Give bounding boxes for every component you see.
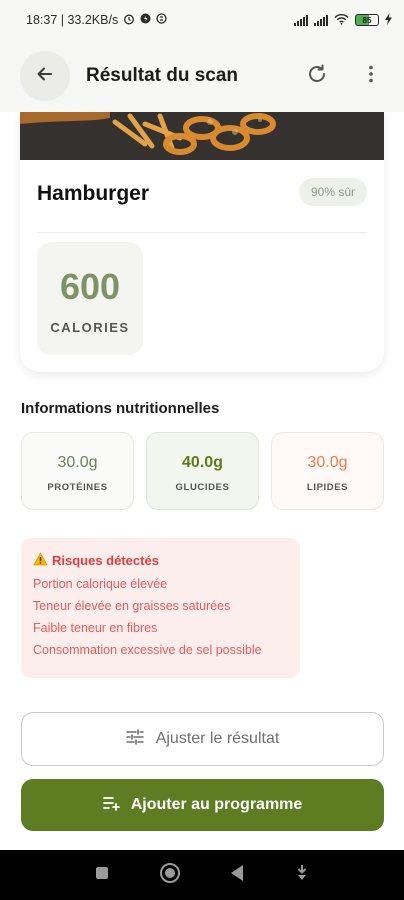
- charging-icon: [385, 12, 392, 28]
- macro-label: GLUCIDES: [175, 482, 230, 493]
- macro-card-carbs: 40.0g GLUCIDES: [146, 432, 259, 510]
- app-bar: Résultat du scan: [0, 40, 404, 112]
- adjust-result-label: Ajuster le résultat: [155, 730, 280, 747]
- risk-item: Portion calorique élevée: [33, 577, 168, 591]
- add-to-program-button[interactable]: Ajouter au programme: [21, 779, 384, 831]
- wifi-icon: [334, 13, 349, 28]
- calories-box: 600 CALORIES: [37, 242, 143, 355]
- confidence-badge: 90% sûr: [298, 178, 367, 206]
- system-navigation-bar: [0, 850, 404, 900]
- adjust-result-button[interactable]: Ajuster le résultat: [21, 712, 384, 766]
- app-notification-icon: [140, 13, 151, 27]
- risks-panel: Risques détectés Portion calorique élevé…: [21, 538, 300, 678]
- home-icon[interactable]: [159, 862, 181, 889]
- calories-label: CALORIES: [50, 320, 130, 335]
- back-button[interactable]: [20, 51, 70, 101]
- macro-card-fats: 30.0g LIPIDES: [271, 432, 384, 510]
- recents-icon[interactable]: [94, 865, 110, 886]
- back-nav-icon[interactable]: [229, 864, 245, 887]
- result-card: Hamburger 90% sûr 600 CALORIES: [20, 112, 384, 372]
- food-name: Hamburger: [37, 182, 150, 205]
- warning-icon: [33, 552, 48, 569]
- battery-level: 85: [362, 15, 372, 25]
- page-title: Résultat du scan: [86, 65, 239, 86]
- divider: [37, 232, 367, 233]
- macro-value: 40.0g: [182, 454, 223, 471]
- food-photo: [20, 112, 384, 160]
- signal-icon-2: [314, 14, 328, 26]
- status-bar: 18:37 | 33.2KB/s 85: [0, 0, 404, 40]
- playlist-add-icon: [102, 795, 121, 816]
- risks-title: Risques détectés: [33, 552, 288, 569]
- macro-value: 30.0g: [307, 454, 348, 471]
- calories-value: 600: [59, 266, 121, 307]
- macro-value: 30.0g: [57, 454, 98, 471]
- signal-icon: [294, 14, 308, 26]
- alarm-icon: [123, 13, 135, 28]
- back-arrow-icon: [35, 64, 55, 89]
- refresh-button[interactable]: [304, 63, 330, 89]
- risk-item: Teneur élevée en graisses saturées: [33, 599, 231, 613]
- risk-item: Consommation excessive de sel possible: [33, 643, 262, 657]
- nutrition-section-title: Informations nutritionnelles: [21, 400, 220, 417]
- add-to-program-label: Ajouter au programme: [130, 796, 303, 813]
- macro-label: PROTÉINES: [47, 482, 108, 493]
- status-time: 18:37 | 33.2KB/s: [26, 13, 119, 27]
- scan-result-content[interactable]: Hamburger 90% sûr 600 CALORIES Informati…: [0, 112, 404, 850]
- refresh-icon: [306, 63, 328, 90]
- sliders-icon: [125, 728, 144, 750]
- hide-keyboard-icon[interactable]: [294, 864, 310, 887]
- risks-title-text: Risques détectés: [52, 553, 159, 568]
- battery-icon: 85: [355, 14, 379, 26]
- sync-icon: [156, 13, 167, 27]
- more-options-button[interactable]: [358, 63, 384, 89]
- macro-label: LIPIDES: [306, 482, 349, 493]
- risk-item: Faible teneur en fibres: [33, 621, 158, 635]
- macro-card-proteins: 30.0g PROTÉINES: [21, 432, 134, 510]
- more-vertical-icon: [368, 64, 374, 89]
